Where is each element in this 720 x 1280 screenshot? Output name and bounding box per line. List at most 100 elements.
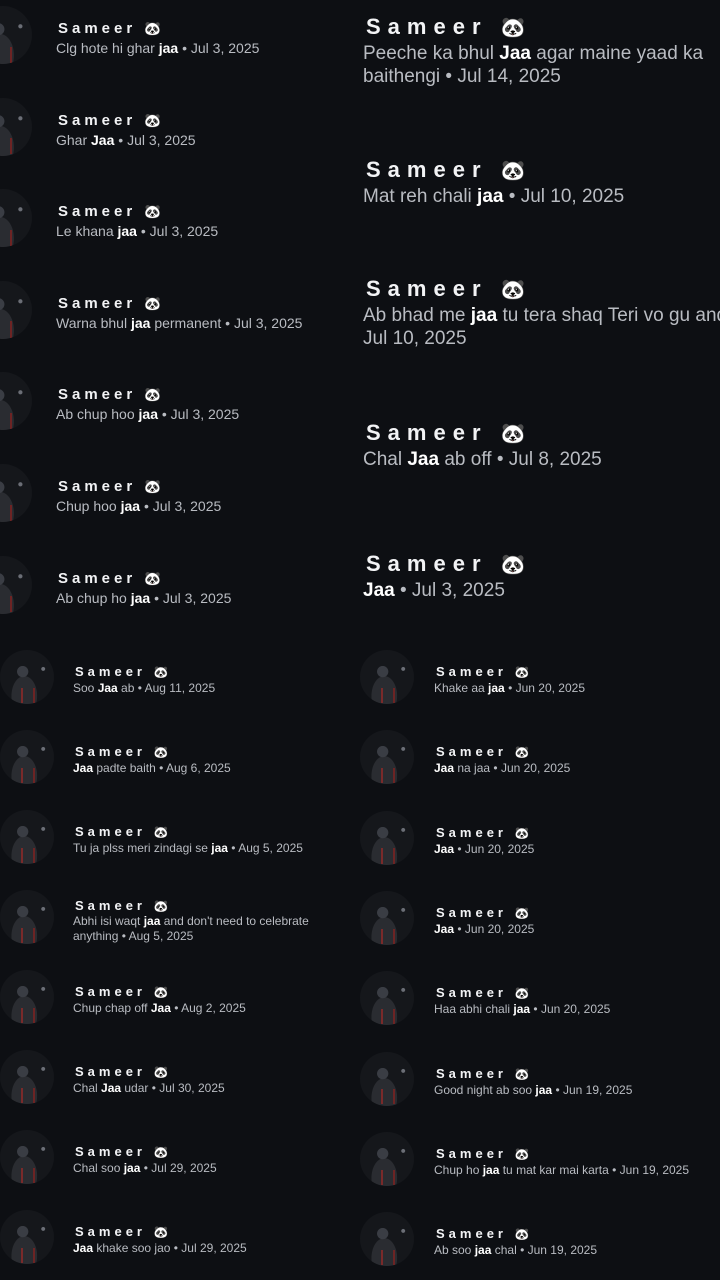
message-date: Jul 3, 2025 [190, 40, 260, 56]
search-result-row[interactable]: Sameer 🐼 Good night ab soo jaa • Jun 19, … [360, 1051, 720, 1112]
search-keyword-highlight: jaa [138, 406, 158, 423]
panda-emoji-icon: 🐼 [153, 826, 169, 839]
message-snippet: Jaa • Jun 20, 2025 [434, 842, 719, 857]
message-date: Jul 3, 2025 [149, 223, 219, 240]
avatar[interactable] [0, 1130, 54, 1184]
sender-name: Sameer 🐼 [436, 744, 529, 759]
avatar[interactable] [360, 810, 414, 865]
avatar[interactable] [0, 555, 32, 614]
panda-emoji-icon: 🐼 [144, 21, 162, 36]
search-result-row[interactable]: Sameer 🐼 Clg hote hi ghar jaa • Jul 3, 20… [0, 6, 360, 86]
snippet-text-after: ab [117, 681, 135, 695]
sender-name-text: Sameer [58, 203, 137, 221]
message-date: Aug 5, 2025 [238, 841, 303, 855]
avatar[interactable] [0, 464, 32, 522]
avatar[interactable] [0, 1210, 54, 1264]
search-result-row[interactable]: Sameer 🐼 Jaa • Jul 3, 2025 [360, 551, 720, 621]
search-result-row[interactable]: Sameer 🐼 Ab soo jaa chal • Jun 19, 2025 [360, 1212, 720, 1272]
avatar[interactable] [360, 971, 414, 1026]
search-result-row[interactable]: Sameer 🐼 Ab chup hoo jaa • Jul 3, 2025 [0, 372, 360, 452]
search-result-row[interactable]: Sameer 🐼 Jaa • Jun 20, 2025 [360, 810, 720, 871]
avatar[interactable] [0, 1050, 54, 1104]
panda-emoji-icon: 🐼 [514, 826, 530, 840]
avatar[interactable] [0, 372, 32, 431]
snippet-text-before: Chal [73, 1081, 102, 1095]
message-snippet: Ab chup ho jaa • Jul 3, 2025 [56, 590, 231, 606]
snippet-text-after: na jaa [454, 761, 491, 776]
avatar[interactable] [360, 730, 414, 785]
search-result-row[interactable]: Sameer 🐼 Chup chap off Jaa • Aug 2, 2025 [0, 970, 360, 1030]
snippet-text-before: Ghar [56, 131, 92, 148]
avatar[interactable] [0, 890, 54, 944]
snippet-text-before: Clg hote hi ghar [56, 40, 159, 56]
bullet-separator: • [140, 1161, 152, 1175]
search-result-row[interactable]: Sameer 🐼 Jaa • Jun 20, 2025 [360, 890, 720, 951]
search-result-row[interactable]: Sameer 🐼 Tu ja plss meri zindagi se jaa •… [0, 810, 360, 870]
bullet-separator: • [227, 841, 239, 855]
sender-name: Sameer 🐼 [75, 1144, 168, 1159]
search-result-row[interactable]: Sameer 🐼 Warna bhul jaa permanent • Jul 3… [0, 280, 360, 361]
sender-name: Sameer 🐼 [58, 570, 161, 587]
search-result-row[interactable]: Sameer 🐼 Chal Jaa ab off • Jul 8, 2025 [360, 420, 720, 490]
message-snippet: Jaa khake soo jao • Jul 29, 2025 [73, 1241, 343, 1256]
search-result-row[interactable]: Sameer 🐼 Chup ho jaa tu mat kar mai karta… [360, 1131, 720, 1192]
avatar[interactable] [360, 1051, 414, 1106]
avatar[interactable] [360, 650, 414, 704]
snippet-text-before: Chal soo [73, 1161, 124, 1175]
avatar[interactable] [360, 1212, 414, 1267]
avatar[interactable] [0, 810, 54, 864]
message-date: Jun 20, 2025 [464, 841, 535, 856]
search-results-pane-bottom-left: Sameer 🐼 Soo Jaa ab • Aug 11, 2025 Sameer … [0, 640, 360, 1280]
bullet-separator: • [491, 449, 509, 470]
avatar[interactable] [0, 280, 32, 339]
sender-name-text: Sameer [366, 157, 488, 182]
search-result-row[interactable]: Sameer 🐼 Chal Jaa udar • Jul 30, 2025 [0, 1050, 360, 1110]
message-snippet: Ab soo jaa chal • Jun 19, 2025 [434, 1243, 719, 1258]
search-result-row[interactable]: Sameer 🐼 Mat reh chali jaa • Jul 10, 2025 [360, 157, 720, 227]
sender-name-text: Sameer [366, 14, 488, 39]
bullet-separator: • [454, 841, 465, 856]
search-result-row[interactable]: Sameer 🐼 Jaa khake soo jao • Jul 29, 2025 [0, 1210, 360, 1270]
bullet-separator: • [114, 131, 128, 148]
message-snippet: Chal Jaa udar • Jul 30, 2025 [73, 1081, 343, 1096]
avatar[interactable] [0, 6, 32, 64]
search-result-row[interactable]: Sameer 🐼 Chal soo jaa • Jul 29, 2025 [0, 1130, 360, 1190]
search-result-row[interactable]: Sameer 🐼 Abhi isi waqt jaa and don't need… [0, 890, 360, 950]
search-keyword-highlight: Jaa [91, 131, 115, 148]
bullet-separator: • [504, 681, 516, 695]
panda-emoji-icon: 🐼 [153, 986, 169, 999]
search-results-pane-bottom-right: Sameer 🐼 Khake aa jaa • Jun 20, 2025 Samee… [360, 640, 720, 1280]
avatar[interactable] [0, 730, 54, 784]
panda-emoji-icon: 🐼 [153, 900, 169, 913]
sender-name: Sameer 🐼 [75, 1064, 168, 1079]
avatar[interactable] [360, 1131, 414, 1186]
avatar[interactable] [0, 650, 54, 704]
avatar[interactable] [0, 970, 54, 1024]
search-result-row[interactable]: Sameer 🐼 Chup hoo jaa • Jul 3, 2025 [0, 464, 360, 544]
search-result-row[interactable]: Sameer 🐼 Le khana jaa • Jul 3, 2025 [0, 189, 360, 269]
search-keyword-highlight: Jaa [150, 1001, 171, 1015]
panda-emoji-icon: 🐼 [153, 1146, 169, 1159]
avatar[interactable] [0, 189, 32, 248]
search-result-row[interactable]: Sameer 🐼 Ghar Jaa • Jul 3, 2025 [0, 97, 360, 178]
message-date: Jul 3, 2025 [170, 406, 240, 423]
search-result-row[interactable]: Sameer 🐼 Peeche ka bhul Jaa agar maine ya… [360, 14, 720, 87]
avatar[interactable] [0, 97, 32, 156]
snippet-text-before: Chal [363, 449, 408, 470]
search-result-row[interactable]: Sameer 🐼 Soo Jaa ab • Aug 11, 2025 [0, 650, 360, 710]
search-result-row[interactable]: Sameer 🐼 Ab chup ho jaa • Jul 3, 2025 [0, 555, 360, 636]
panda-emoji-icon: 🐼 [514, 906, 530, 920]
search-result-row[interactable]: Sameer 🐼 Haa abhi chali jaa • Jun 20, 202… [360, 971, 720, 1031]
panda-emoji-icon: 🐼 [144, 295, 162, 311]
avatar[interactable] [360, 890, 414, 945]
search-result-row[interactable]: Sameer 🐼 Jaa padte baith • Aug 6, 2025 [0, 730, 360, 790]
sender-name-text: Sameer [436, 1065, 507, 1081]
search-result-row[interactable]: Sameer 🐼 Jaa na jaa • Jun 20, 2025 [360, 730, 720, 790]
message-snippet: Jaa • Jul 3, 2025 [363, 579, 720, 602]
sender-name: Sameer 🐼 [58, 386, 161, 403]
search-result-row[interactable]: Sameer 🐼 Khake aa jaa • Jun 20, 2025 [360, 650, 720, 710]
search-result-row[interactable]: Sameer 🐼 Ab bhad me jaa tu tera shaq Teri… [360, 276, 720, 349]
snippet-text-before: Good night ab soo [434, 1082, 536, 1097]
sender-name-text: Sameer [436, 1145, 507, 1161]
search-keyword-highlight: Jaa [434, 761, 455, 776]
